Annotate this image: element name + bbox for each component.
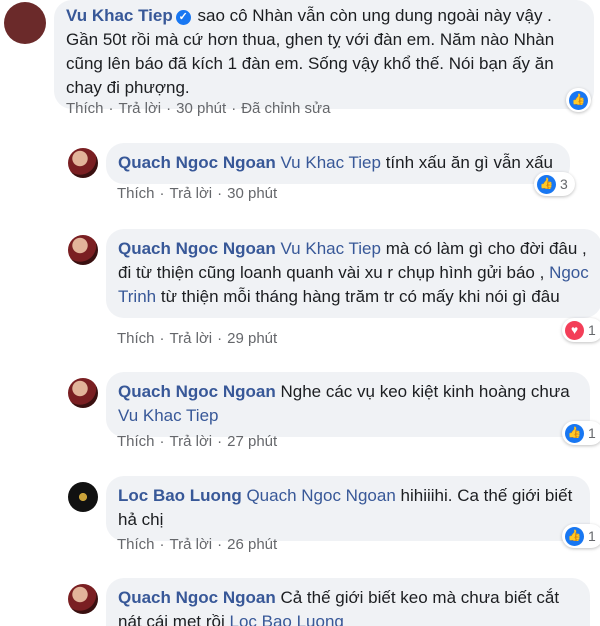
comment-bubble: Quach Ngoc Ngoan Vu Khac Tiep tính xấu ă…	[106, 143, 570, 184]
like-button[interactable]: Thích	[117, 433, 155, 450]
edited-label: Đã chỉnh sửa	[241, 100, 331, 117]
verified-badge-icon: ✓	[175, 10, 191, 25]
comment-bubble: Quach Ngoc Ngoan Nghe các vụ keo kiệt ki…	[106, 372, 590, 437]
comment-author[interactable]: Quach Ngoc Ngoan	[118, 382, 276, 401]
reply-button[interactable]: Trả lời	[170, 536, 213, 553]
comment-author[interactable]: Quach Ngoc Ngoan	[118, 588, 276, 607]
reaction-count: 1	[588, 425, 596, 441]
comment-author[interactable]: Quach Ngoc Ngoan	[118, 153, 276, 172]
comment-time[interactable]: 27 phút	[227, 433, 277, 450]
mention-link[interactable]: Quach Ngoc Ngoan	[246, 486, 395, 505]
like-button[interactable]: Thích	[66, 100, 104, 117]
reaction-summary[interactable]: ♥ 1	[562, 318, 600, 342]
reply-button[interactable]: Trả lời	[170, 330, 213, 347]
mention-link[interactable]: Loc Bao Luong	[230, 612, 344, 626]
mention-link[interactable]: Vu Khac Tiep	[280, 153, 381, 172]
comment-bubble: Vu Khac Tiep ✓ sao cô Nhàn vẫn còn ung du…	[54, 0, 594, 109]
comment-actions: Thích · Trả lời · 30 phút	[117, 185, 278, 202]
comment-bubble: Quach Ngoc Ngoan Vu Khac Tiep mà có làm …	[106, 229, 600, 318]
comment-time[interactable]: 26 phút	[227, 536, 277, 553]
reply-button[interactable]: Trả lời	[170, 433, 213, 450]
comment-author[interactable]: Loc Bao Luong	[118, 486, 242, 505]
like-icon: 👍	[565, 423, 584, 443]
comment-actions: Thích · Trả lời · 29 phút	[117, 330, 278, 347]
comment-author[interactable]: Quach Ngoc Ngoan	[118, 239, 276, 258]
reaction-summary[interactable]: 👍 3	[534, 172, 575, 196]
avatar[interactable]	[68, 235, 98, 265]
reaction-count: 1	[588, 528, 596, 544]
comment-text: từ thiện mỗi tháng hàng trăm tr có mấy k…	[160, 287, 560, 306]
reaction-count: 1	[588, 322, 596, 338]
comment-time[interactable]: 30 phút	[227, 185, 277, 202]
avatar[interactable]	[68, 584, 98, 614]
avatar[interactable]	[68, 378, 98, 408]
like-icon: 👍	[565, 526, 584, 546]
mention-link[interactable]: Vu Khac Tiep	[280, 239, 381, 258]
comment-text: tính xấu ăn gì vẫn xấu	[385, 153, 553, 172]
like-icon: 👍	[537, 174, 556, 194]
reaction-count: 3	[560, 176, 568, 192]
reaction-summary[interactable]: 👍 1	[562, 421, 600, 445]
comment-text: Nghe các vụ keo kiệt kinh hoàng chưa	[280, 382, 570, 401]
comment-time[interactable]: 29 phút	[227, 330, 277, 347]
like-button[interactable]: Thích	[117, 536, 155, 553]
avatar[interactable]	[68, 482, 98, 512]
comment-actions: Thích · Trả lời · 27 phút	[117, 433, 278, 450]
like-icon: 👍	[569, 90, 588, 110]
mention-link[interactable]: Vu Khac Tiep	[118, 406, 219, 425]
comment-author[interactable]: Vu Khac Tiep	[66, 6, 173, 25]
reply-button[interactable]: Trả lời	[170, 185, 213, 202]
like-button[interactable]: Thích	[117, 185, 155, 202]
love-icon: ♥	[565, 320, 584, 340]
comment-bubble: Quach Ngoc Ngoan Cả thế giới biết keo mà…	[106, 578, 590, 626]
avatar[interactable]	[4, 2, 46, 44]
reaction-summary[interactable]: 👍	[566, 88, 591, 112]
reaction-summary[interactable]: 👍 1	[562, 524, 600, 548]
comment-actions: Thích · Trả lời · 26 phút	[117, 536, 278, 553]
comment-actions: Thích · Trả lời · 30 phút · Đã chỉnh sửa	[66, 100, 331, 117]
comment-bubble: Loc Bao Luong Quach Ngoc Ngoan hihiiihi.…	[106, 476, 590, 541]
avatar[interactable]	[68, 148, 98, 178]
like-button[interactable]: Thích	[117, 330, 155, 347]
comment-time[interactable]: 30 phút	[176, 100, 226, 117]
reply-button[interactable]: Trả lời	[119, 100, 162, 117]
